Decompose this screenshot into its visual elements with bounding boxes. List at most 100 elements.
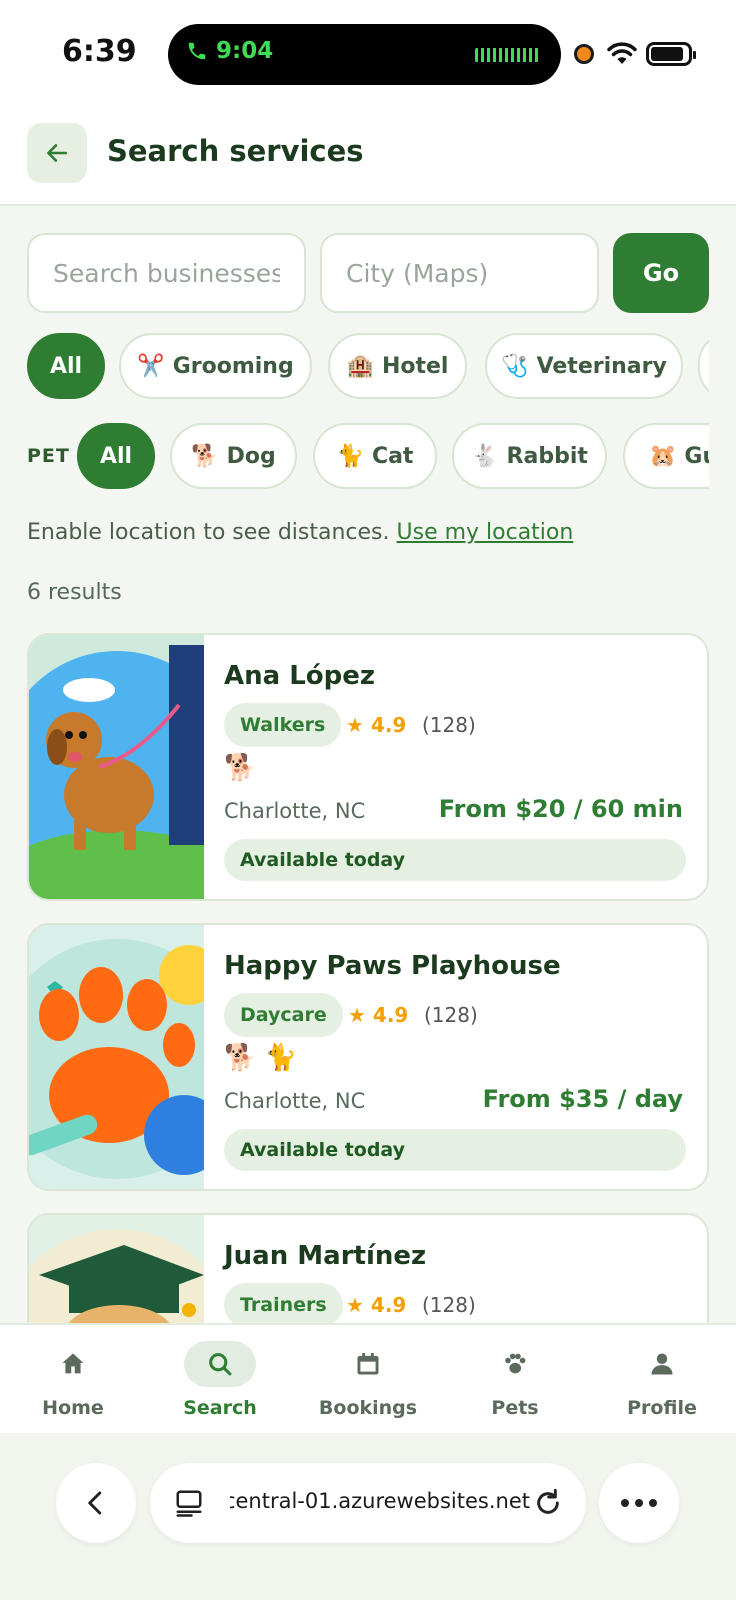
search-icon (209, 1353, 232, 1376)
dynamic-island[interactable]: 9:04 (168, 24, 561, 85)
chip-pet-dog[interactable]: 🐕 Dog (170, 423, 297, 489)
star-icon: ★ (346, 713, 364, 737)
chip-label: Gu (684, 443, 709, 469)
chip-pet-cat[interactable]: 🐈 Cat (313, 423, 437, 489)
chip-label: Dog (226, 443, 276, 469)
url-text: central-01.azurewebsites.net (230, 1489, 530, 1513)
rating: ★ 4.9 (346, 713, 406, 737)
city-label: Charlotte, NC (224, 799, 366, 823)
phone-icon (188, 42, 206, 60)
chip-pet-all[interactable]: All (77, 423, 155, 489)
chip-label: Hotel (381, 353, 449, 379)
price-label: From $20 / 60 min (438, 795, 683, 823)
chip-pet-rabbit[interactable]: 🐇 Rabbit (452, 423, 607, 489)
dog-icon: 🐕 (191, 443, 219, 469)
result-card[interactable]: Happy Paws Playhouse Daycare ★ 4.9 (128)… (27, 923, 709, 1191)
page-title: Search services (107, 134, 364, 168)
chip-label: All (49, 353, 83, 379)
nav-profile[interactable]: Profile (607, 1341, 717, 1419)
species-icons: 🐕 (224, 753, 257, 783)
paw-icon (505, 1353, 526, 1374)
browser-more-button[interactable] (599, 1463, 679, 1543)
rating: ★ 4.9 (348, 1003, 408, 1027)
result-card[interactable]: Juan Martínez Trainers ★ 4.9 (128) (27, 1213, 709, 1323)
category-filter: All ✂️ Grooming 🏨 Hotel 🩺 Veterinary (27, 333, 709, 401)
review-count: (128) (422, 713, 476, 737)
go-button[interactable]: Go (613, 233, 709, 313)
hotel-icon: 🏨 (346, 353, 374, 379)
dog-walker-image (29, 635, 204, 899)
status-time: 6:39 (62, 34, 137, 69)
rating-value: 4.9 (370, 713, 407, 737)
back-button[interactable] (27, 123, 87, 183)
rating: ★ 4.9 (346, 1293, 406, 1317)
star-icon: ★ (348, 1003, 366, 1027)
nav-label: Pets (491, 1397, 539, 1419)
city-label: Charlotte, NC (224, 1089, 366, 1113)
chip-label: Veterinary (536, 353, 667, 379)
nav-bookings[interactable]: Bookings (313, 1341, 423, 1419)
arrow-left-icon (47, 144, 67, 162)
chip-category-hotel[interactable]: 🏨 Hotel (328, 333, 467, 399)
person-icon (651, 1353, 673, 1375)
chip-category-more[interactable] (698, 333, 709, 399)
status-bar: 6:39 9:04 (0, 0, 736, 108)
provider-name: Ana López (224, 661, 376, 691)
location-message: Enable location to see distances. (27, 520, 390, 545)
tab-layout-icon (176, 1490, 202, 1517)
city-input[interactable] (320, 233, 599, 313)
availability-badge: Available today (224, 839, 686, 881)
species-icons: 🐕 🐈 (224, 1043, 298, 1073)
star-icon: ★ (346, 1293, 364, 1317)
use-my-location-link[interactable]: Use my location (397, 520, 574, 545)
nav-home[interactable]: Home (18, 1341, 128, 1419)
rating-value: 4.9 (370, 1293, 407, 1317)
stethoscope-icon: 🩺 (501, 353, 529, 379)
battery-icon (646, 42, 696, 66)
home-icon (62, 1353, 84, 1374)
nav-pets[interactable]: Pets (460, 1341, 570, 1419)
review-count: (128) (424, 1003, 478, 1027)
chip-label: All (99, 443, 133, 469)
result-card[interactable]: Ana López Walkers ★ 4.9 (128) 🐕 Charlott… (27, 633, 709, 901)
chip-label: Grooming (172, 353, 294, 379)
rating-value: 4.9 (372, 1003, 409, 1027)
call-time: 9:04 (216, 38, 274, 64)
browser-toolbar: central-01.azurewebsites.net (0, 1433, 736, 1600)
nav-label: Profile (627, 1397, 697, 1419)
hamster-icon: 🐹 (649, 443, 677, 469)
more-dots-icon (621, 1499, 657, 1507)
location-prompt: Enable location to see distances. Use my… (27, 520, 573, 545)
bottom-navigation: Home Search Bookings Pets Profile (0, 1323, 736, 1433)
trainer-graduate-image (29, 1215, 204, 1323)
category-badge: Walkers (224, 703, 342, 747)
nav-label: Bookings (318, 1397, 418, 1419)
chip-label: Rabbit (506, 443, 588, 469)
category-badge: Trainers (224, 1283, 343, 1323)
chip-category-veterinary[interactable]: 🩺 Veterinary (485, 333, 683, 399)
chip-category-grooming[interactable]: ✂️ Grooming (119, 333, 312, 399)
results-count: 6 results (27, 580, 122, 605)
pet-filter-label: PET (27, 445, 70, 467)
chip-category-all[interactable]: All (27, 333, 105, 399)
chip-pet-guinea-pig[interactable]: 🐹 Gu (623, 423, 709, 489)
provider-name: Juan Martínez (224, 1241, 427, 1271)
rabbit-icon: 🐇 (471, 443, 499, 469)
review-count: (128) (422, 1293, 476, 1317)
search-businesses-input[interactable] (27, 233, 306, 313)
page-header: Search services (0, 108, 736, 206)
address-bar[interactable]: central-01.azurewebsites.net (150, 1463, 586, 1543)
results-list: Ana López Walkers ★ 4.9 (128) 🐕 Charlott… (27, 633, 709, 1323)
audio-wave-icon (475, 48, 539, 62)
chip-label: Cat (371, 443, 414, 469)
chevron-left-icon (88, 1491, 102, 1515)
calendar-icon (357, 1352, 379, 1375)
search-row: Go (27, 233, 709, 313)
browser-back-button[interactable] (56, 1463, 136, 1543)
wifi-icon (607, 42, 637, 64)
pet-filter: PET All 🐕 Dog 🐈 Cat 🐇 Rabbit 🐹 Gu (27, 423, 709, 491)
reload-icon[interactable] (532, 1487, 564, 1519)
nav-search[interactable]: Search (165, 1341, 275, 1419)
cat-icon: 🐈 (336, 443, 364, 469)
category-badge: Daycare (224, 993, 343, 1037)
